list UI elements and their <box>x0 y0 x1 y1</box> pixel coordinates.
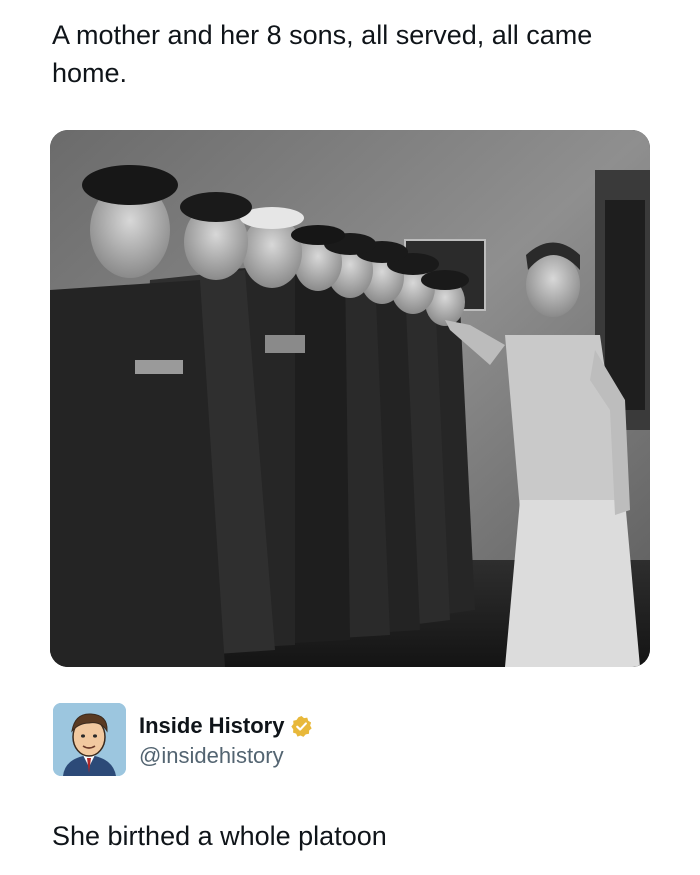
author-name[interactable]: Inside History <box>139 713 313 739</box>
author-card[interactable]: Inside History @insidehistory <box>53 703 653 777</box>
post-photo[interactable] <box>50 130 650 667</box>
post-text: A mother and her 8 sons, all served, all… <box>52 20 593 88</box>
cartoon-portrait-avatar-icon <box>53 703 126 776</box>
post-screenshot: A mother and her 8 sons, all served, all… <box>0 0 700 875</box>
soldiers-and-mother-image <box>50 130 650 667</box>
author-avatar[interactable] <box>53 703 126 776</box>
verified-badge-icon <box>291 715 313 737</box>
reply-text: She birthed a whole platoon <box>52 821 387 851</box>
author-handle[interactable]: @insidehistory <box>139 743 284 769</box>
author-name-text: Inside History <box>139 713 285 738</box>
